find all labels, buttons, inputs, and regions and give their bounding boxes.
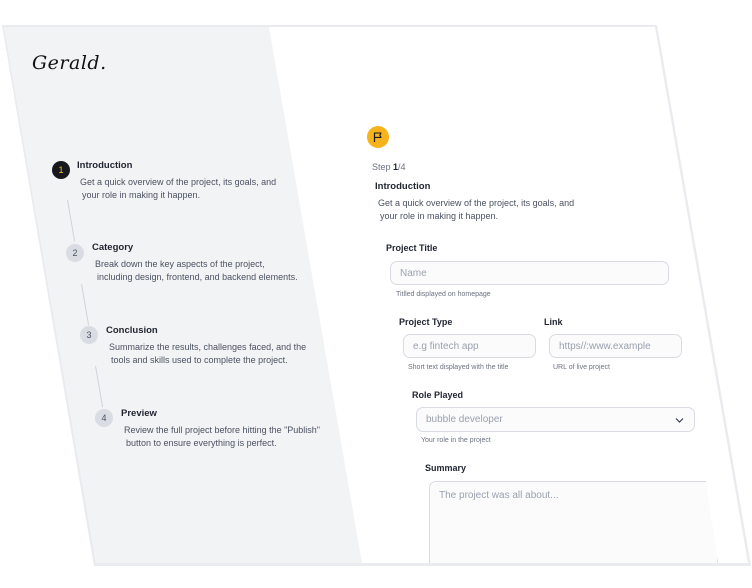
step-description: including design, frontend, and backend … xyxy=(97,272,298,282)
step-description: Summarize the results, challenges faced,… xyxy=(109,342,307,352)
step-counter-prefix: Step xyxy=(372,162,394,172)
link-hint: URL of live project xyxy=(553,364,610,371)
summary-textarea[interactable]: The project was all about... xyxy=(429,481,718,563)
step-number-badge: 1 xyxy=(52,161,70,179)
section-title: Introduction xyxy=(375,181,431,192)
section-description: Get a quick overview of the project, its… xyxy=(378,198,575,208)
step-counter: Step 1/4 xyxy=(372,162,406,172)
project-type-input[interactable]: e.g fintech app xyxy=(403,334,536,358)
step-title: Introduction xyxy=(77,160,133,171)
link-input[interactable]: https//:www.example xyxy=(549,334,682,358)
role-played-value: bubble developer xyxy=(426,414,503,425)
step-number-badge: 2 xyxy=(66,244,84,262)
step-counter-total: /4 xyxy=(398,162,406,172)
step-number-badge: 4 xyxy=(95,409,113,427)
chevron-down-icon xyxy=(675,417,684,423)
project-title-input[interactable]: Name xyxy=(390,261,669,285)
project-type-hint: Short text displayed with the title xyxy=(408,364,509,371)
step-description: Get a quick overview of the project, its… xyxy=(80,177,277,187)
step-description: Review the full project before hitting t… xyxy=(124,425,320,435)
step-title: Conclusion xyxy=(106,325,158,336)
step-title: Preview xyxy=(121,408,157,419)
link-label: Link xyxy=(544,317,563,327)
step-title: Category xyxy=(92,242,134,253)
step-description: tools and skills used to complete the pr… xyxy=(111,355,288,365)
role-played-label: Role Played xyxy=(412,390,464,400)
brand-logo: Gerald. xyxy=(32,52,107,74)
section-description: your role in making it happen. xyxy=(380,211,499,221)
project-title-hint: Titlled displayed on homepage xyxy=(396,291,491,298)
step-description: button to ensure everything is perfect. xyxy=(126,438,277,448)
step-number-badge: 3 xyxy=(80,326,98,344)
summary-label: Summary xyxy=(425,463,467,473)
project-type-label: Project Type xyxy=(399,317,453,327)
role-played-select[interactable]: bubble developer xyxy=(416,407,695,432)
flag-icon xyxy=(367,126,389,148)
step-description: your role in making it happen. xyxy=(82,190,201,200)
step-description: Break down the key aspects of the projec… xyxy=(95,259,265,269)
project-title-label: Project Title xyxy=(386,243,438,253)
role-played-hint: Your role in the project xyxy=(421,437,491,444)
